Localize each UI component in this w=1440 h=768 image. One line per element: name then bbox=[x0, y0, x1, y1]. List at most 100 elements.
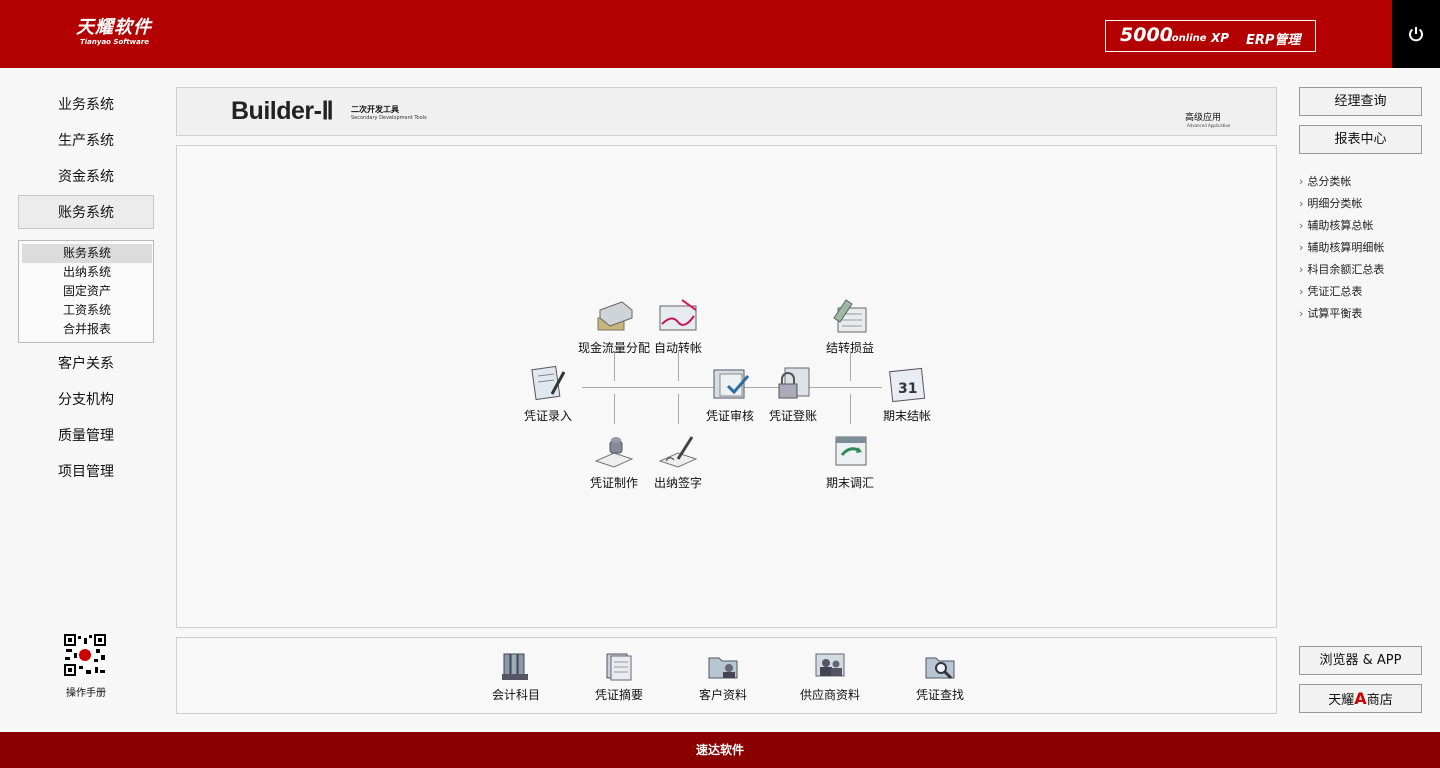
flow-voucher-post[interactable]: 凭证登账 bbox=[751, 364, 835, 424]
link-label: 试算平衡表 bbox=[1307, 307, 1363, 320]
flow-auto-transfer[interactable]: 自动转帐 bbox=[636, 296, 720, 356]
calendar-day: 31 bbox=[898, 381, 917, 397]
supplier-info-label: 供应商资料 bbox=[799, 688, 860, 702]
voucher-post-label: 凭证登账 bbox=[768, 409, 817, 423]
nav-customer-relations[interactable]: 客户关系 bbox=[18, 347, 154, 381]
chevron-right-icon: › bbox=[1299, 197, 1304, 210]
nav-funds-system[interactable]: 资金系统 bbox=[18, 160, 154, 194]
power-icon bbox=[1409, 27, 1423, 42]
link-general-ledger[interactable]: › 总分类帐 bbox=[1299, 173, 1351, 189]
link-label: 辅助核算总帐 bbox=[1307, 219, 1374, 232]
advanced-application-link[interactable]: 高级应用 bbox=[1185, 110, 1221, 123]
flow-line-sign bbox=[678, 394, 679, 424]
cashflow-icon bbox=[597, 301, 633, 331]
store-a-logo: A bbox=[1354, 689, 1367, 708]
power-button[interactable] bbox=[1392, 0, 1440, 68]
tianyao-store-button[interactable]: 天耀A商店 bbox=[1299, 684, 1422, 713]
link-balance-summary[interactable]: › 科目余额汇总表 bbox=[1299, 261, 1384, 277]
flow-period-close[interactable]: 31 期末结帐 bbox=[865, 364, 949, 424]
chevron-right-icon: › bbox=[1299, 285, 1304, 298]
link-label: 明细分类帐 bbox=[1307, 197, 1363, 210]
link-aux-general-ledger[interactable]: › 辅助核算总帐 bbox=[1299, 217, 1373, 233]
link-trial-balance[interactable]: › 试算平衡表 bbox=[1299, 305, 1362, 321]
flow-cashier-sign[interactable]: 出纳签字 bbox=[636, 431, 720, 491]
qr-code-icon[interactable] bbox=[64, 634, 106, 676]
link-aux-detail-ledger[interactable]: › 辅助核算明细帐 bbox=[1299, 239, 1384, 255]
voucher-entry-icon bbox=[531, 365, 566, 401]
nav-branches[interactable]: 分支机构 bbox=[18, 383, 154, 417]
voucher-entry-label: 凭证录入 bbox=[523, 409, 572, 423]
logo-en: Tianyao Software bbox=[80, 38, 150, 46]
link-label: 总分类帐 bbox=[1307, 175, 1352, 188]
link-detail-ledger[interactable]: › 明细分类帐 bbox=[1299, 195, 1362, 211]
banner-subtitle-en: Secondary Development Tools bbox=[351, 115, 427, 121]
nav-accounting-system[interactable]: 账务系统 bbox=[18, 195, 154, 229]
logo-cn: 天耀软件 bbox=[76, 17, 152, 38]
nav-production-system[interactable]: 生产系统 bbox=[18, 124, 154, 158]
lock-icon bbox=[778, 367, 810, 399]
voucher-summary-label: 凭证摘要 bbox=[594, 688, 643, 702]
store-suffix: 商店 bbox=[1366, 693, 1393, 708]
banner-title: Builder-Ⅱ bbox=[231, 97, 334, 125]
folder-search-icon bbox=[925, 657, 955, 680]
builder-banner: Builder-Ⅱ 二次开发工具 Secondary Development T… bbox=[176, 87, 1277, 136]
link-label: 辅助核算明细帐 bbox=[1307, 241, 1385, 254]
link-voucher-summary[interactable]: › 凭证汇总表 bbox=[1299, 283, 1362, 299]
nav-business-system[interactable]: 业务系统 bbox=[18, 88, 154, 122]
users-icon bbox=[815, 653, 845, 677]
tool-voucher-search[interactable]: 凭证查找 bbox=[895, 650, 985, 703]
chevron-right-icon: › bbox=[1299, 241, 1304, 254]
flow-line-adjust bbox=[850, 394, 851, 424]
product-number: 5000 bbox=[1120, 24, 1173, 46]
manager-query-button[interactable]: 经理查询 bbox=[1299, 87, 1422, 116]
nav-projects[interactable]: 项目管理 bbox=[18, 455, 154, 489]
store-prefix: 天耀 bbox=[1328, 693, 1355, 708]
link-label: 凭证汇总表 bbox=[1307, 285, 1363, 298]
auto-transfer-label: 自动转帐 bbox=[653, 341, 702, 355]
flow-voucher-entry[interactable]: 凭证录入 bbox=[506, 364, 590, 424]
carry-forward-label: 结转损益 bbox=[825, 341, 874, 355]
accounting-flow-panel: 凭证录入 现金流量分配 自动转帐 凭证制作 出纳签字 凭证审核 凭证登账 结转损… bbox=[176, 145, 1277, 628]
binders-icon bbox=[502, 653, 528, 680]
report-center-button[interactable]: 报表中心 bbox=[1299, 125, 1422, 154]
manual-label[interactable]: 操作手册 bbox=[50, 684, 122, 699]
footer-brand: 速达软件 bbox=[695, 743, 744, 757]
tool-customer-info[interactable]: 客户资料 bbox=[678, 650, 768, 703]
customer-info-label: 客户资料 bbox=[698, 688, 747, 702]
subnav-cashier[interactable]: 出纳系统 bbox=[22, 263, 152, 282]
period-close-label: 期末结帐 bbox=[882, 409, 931, 423]
chevron-right-icon: › bbox=[1299, 219, 1304, 232]
customer-folder-icon bbox=[708, 657, 738, 679]
footer-bar: 速达软件 bbox=[0, 732, 1440, 768]
tool-voucher-summary[interactable]: 凭证摘要 bbox=[574, 650, 664, 703]
period-adjust-label: 期末调汇 bbox=[825, 476, 874, 490]
bottom-toolbar: 会计科目 凭证摘要 客户资料 供应商资料 凭证查找 bbox=[176, 637, 1277, 714]
chevron-right-icon: › bbox=[1299, 307, 1304, 320]
subnav-accounting[interactable]: 账务系统 bbox=[22, 244, 152, 263]
flow-carry-forward[interactable]: 结转损益 bbox=[808, 296, 892, 356]
ledger-icon bbox=[833, 299, 867, 333]
accounting-subnav: 账务系统 出纳系统 固定资产 工资系统 合并报表 bbox=[18, 240, 154, 343]
signature-icon bbox=[658, 436, 698, 468]
documents-icon bbox=[606, 653, 632, 681]
tool-supplier-info[interactable]: 供应商资料 bbox=[785, 650, 875, 703]
nav-quality[interactable]: 质量管理 bbox=[18, 419, 154, 453]
advanced-application-en: Advanced Application bbox=[1187, 123, 1231, 128]
tool-account-subjects[interactable]: 会计科目 bbox=[471, 650, 561, 703]
chevron-right-icon: › bbox=[1299, 175, 1304, 188]
subnav-fixed-assets[interactable]: 固定资产 bbox=[22, 282, 152, 301]
product-badge: 5000 .online XP ERP管理 bbox=[1105, 20, 1316, 52]
auto-transfer-icon bbox=[659, 299, 697, 331]
voucher-search-label: 凭证查找 bbox=[915, 688, 964, 702]
subnav-consolidated[interactable]: 合并报表 bbox=[22, 320, 152, 339]
subnav-payroll[interactable]: 工资系统 bbox=[22, 301, 152, 320]
browser-app-button[interactable]: 浏览器 & APP bbox=[1299, 646, 1422, 675]
banner-subtitle-cn: 二次开发工具 bbox=[351, 105, 399, 114]
flow-period-adjust[interactable]: 期末调汇 bbox=[808, 431, 892, 491]
company-logo: 天耀软件 Tianyao Software bbox=[76, 18, 152, 47]
account-subjects-label: 会计科目 bbox=[491, 688, 540, 702]
folder-check-icon bbox=[713, 369, 750, 399]
product-suffix: .online bbox=[1168, 33, 1207, 44]
link-label: 科目余额汇总表 bbox=[1307, 263, 1385, 276]
cashier-sign-label: 出纳签字 bbox=[653, 476, 702, 490]
